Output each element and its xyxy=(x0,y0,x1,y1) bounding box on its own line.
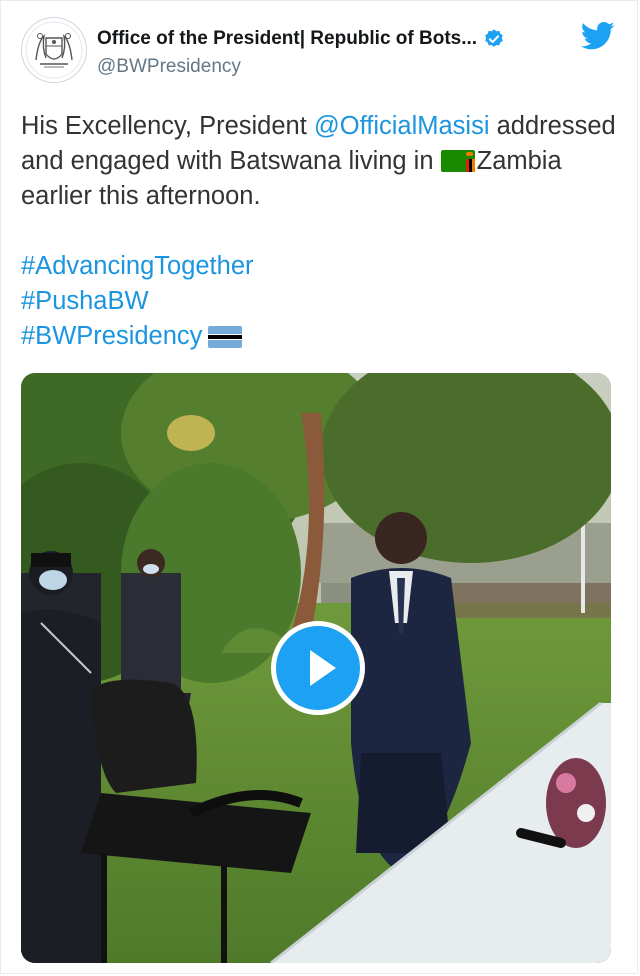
author-handle[interactable]: @BWPresidency xyxy=(97,56,557,78)
tweet-card[interactable]: Office of the President| Republic of Bot… xyxy=(0,0,638,974)
tweet-text: His Excellency, President @OfficialMasis… xyxy=(21,109,621,354)
tweet-paragraph: His Excellency, President @OfficialMasis… xyxy=(21,109,621,214)
botswana-flag-icon xyxy=(208,326,243,348)
hashtag-link[interactable]: #BWPresidency xyxy=(21,322,202,350)
hashtag-line-2: #PushaBW xyxy=(21,284,621,319)
hashtag-link[interactable]: #AdvancingTogether xyxy=(21,252,254,280)
display-name-row: Office of the President| Republic of Bot… xyxy=(97,25,557,53)
video-player[interactable] xyxy=(21,373,611,963)
play-button[interactable] xyxy=(271,621,365,715)
author-names: Office of the President| Republic of Bot… xyxy=(97,25,557,78)
avatar[interactable] xyxy=(21,17,87,83)
play-icon xyxy=(310,650,336,686)
tweet-header: Office of the President| Republic of Bot… xyxy=(21,17,617,89)
verified-badge-icon xyxy=(485,29,503,47)
zambia-flag-icon xyxy=(440,150,475,172)
text-prefix: His Excellency, President xyxy=(21,112,314,140)
hashtag-line-3: #BWPresidency xyxy=(21,319,621,354)
mention-link[interactable]: @OfficialMasisi xyxy=(314,112,490,140)
hashtag-line-1: #AdvancingTogether xyxy=(21,249,621,284)
display-name[interactable]: Office of the President| Republic of Bot… xyxy=(97,28,477,50)
botswana-coat-of-arms-icon xyxy=(23,19,85,81)
twitter-bird-icon[interactable] xyxy=(581,21,615,51)
hashtag-link[interactable]: #PushaBW xyxy=(21,287,149,315)
